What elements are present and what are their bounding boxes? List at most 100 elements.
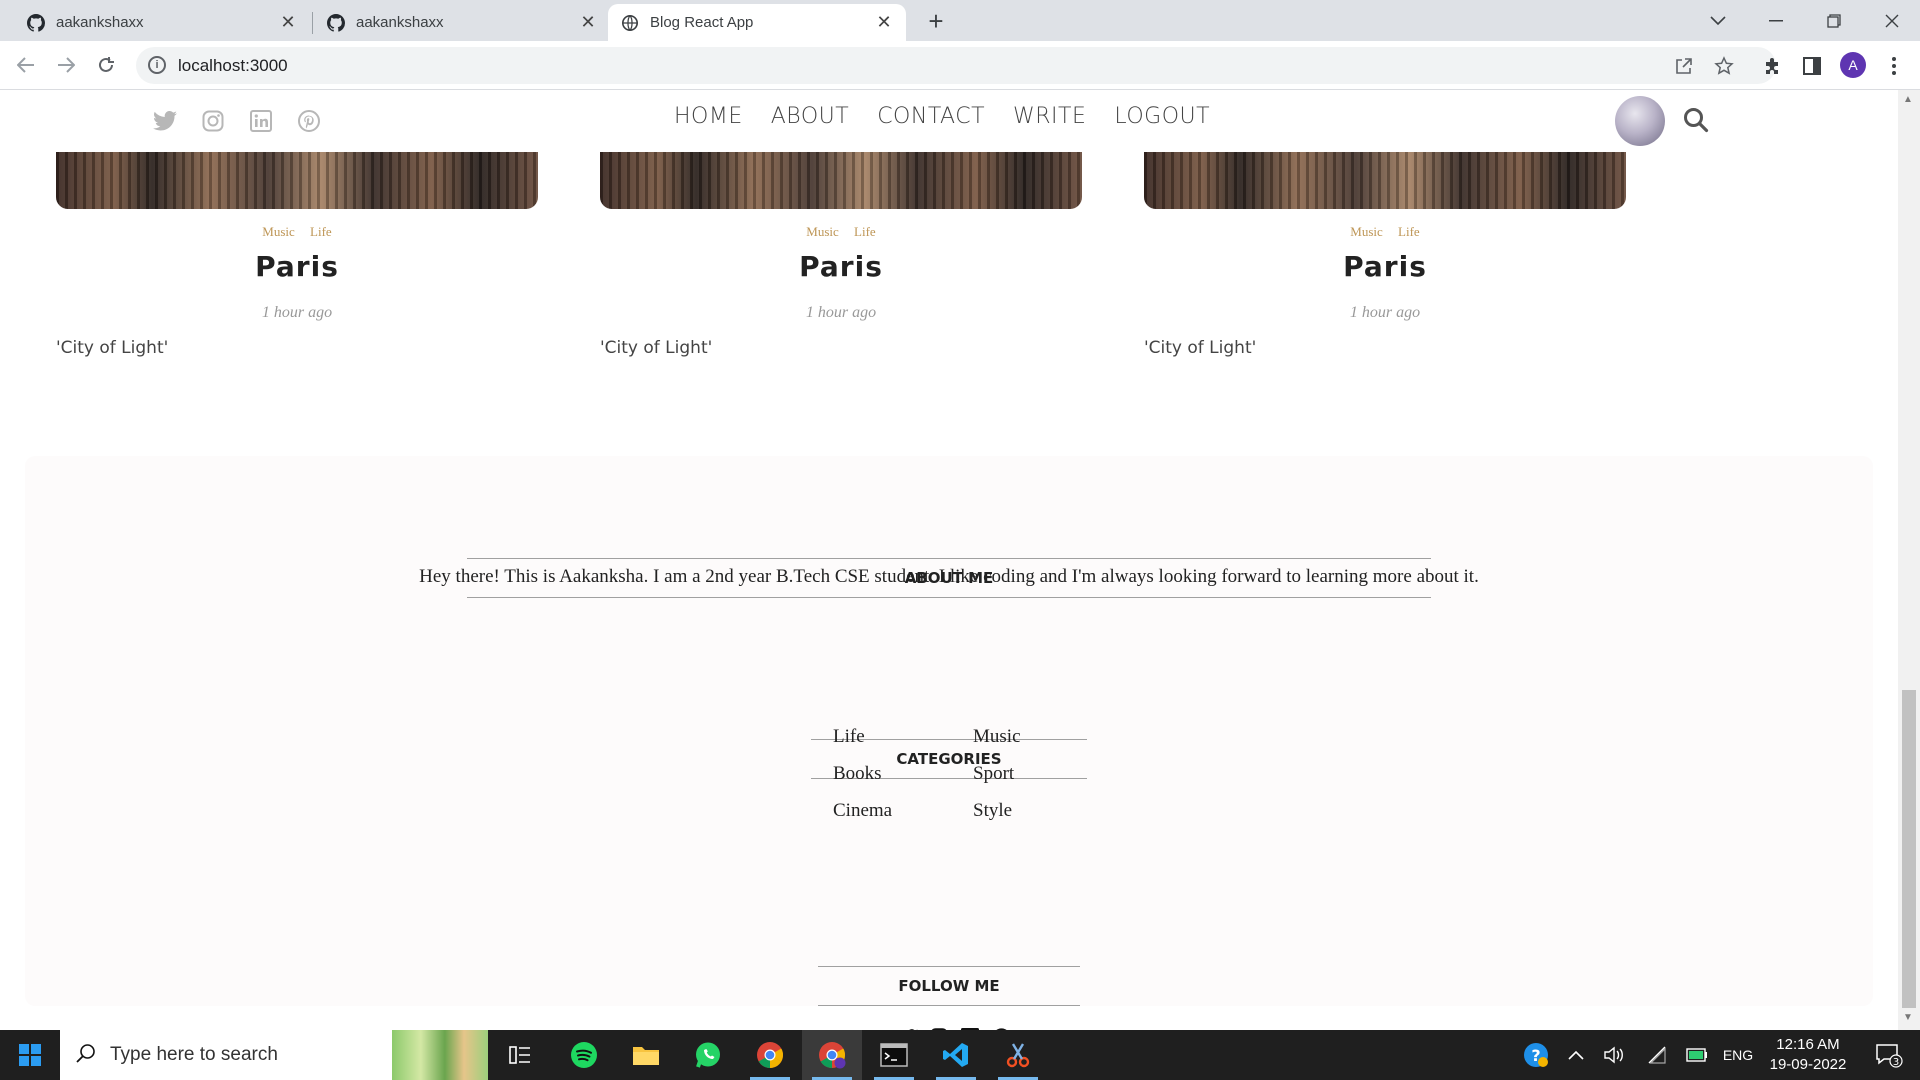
- category-list: Life Music Books Sport Cinema Style: [833, 726, 1053, 822]
- file-explorer-icon[interactable]: [616, 1030, 676, 1080]
- browser-tab-2[interactable]: aakankshaxx ✕: [314, 4, 610, 41]
- post-category[interactable]: Music: [262, 224, 295, 239]
- taskbar-search-placeholder: Type here to search: [110, 1044, 278, 1065]
- browser-tab-3-active[interactable]: Blog React App ✕: [608, 4, 906, 41]
- post-category[interactable]: Music: [806, 224, 839, 239]
- tab-search-chevron-icon[interactable]: [1690, 0, 1746, 41]
- twitter-icon[interactable]: [152, 108, 178, 134]
- chrome-icon[interactable]: [740, 1030, 800, 1080]
- windows-start-icon[interactable]: [0, 1030, 60, 1080]
- chrome-profile-icon[interactable]: [802, 1030, 862, 1080]
- profile-avatar[interactable]: A: [1840, 52, 1866, 78]
- chevron-up-icon[interactable]: [1560, 1030, 1592, 1080]
- category-item-style[interactable]: Style: [973, 800, 1053, 822]
- category-item-life[interactable]: Life: [833, 726, 973, 748]
- browser-toolbar: i localhost:3000 A: [0, 41, 1920, 90]
- linkedin-icon[interactable]: [248, 108, 274, 134]
- share-icon[interactable]: [1672, 54, 1696, 78]
- pinterest-icon[interactable]: [296, 108, 322, 134]
- post-categories: Music Life: [1144, 224, 1626, 240]
- instagram-icon[interactable]: [200, 108, 226, 134]
- close-window-icon[interactable]: [1864, 0, 1920, 41]
- kebab-menu-icon[interactable]: [1882, 54, 1906, 78]
- post-image[interactable]: [1144, 152, 1626, 209]
- tab-title: aakankshaxx: [356, 14, 444, 31]
- whatsapp-icon[interactable]: [678, 1030, 738, 1080]
- task-view-icon[interactable]: [490, 1030, 550, 1080]
- post-description: 'City of Light': [56, 338, 169, 358]
- follow-me-title: FOLLOW ME: [818, 966, 1080, 1006]
- globe-icon: [620, 13, 640, 33]
- browser-tab-1[interactable]: aakankshaxx ✕: [14, 4, 310, 41]
- scroll-down-arrow-icon[interactable]: ▼: [1903, 1012, 1913, 1023]
- about-me-text: Hey there! This is Aakanksha. I am a 2nd…: [419, 566, 1479, 587]
- notification-count: 3: [1893, 1057, 1899, 1068]
- taskbar-search-box[interactable]: Type here to search: [60, 1030, 488, 1080]
- post-description: 'City of Light': [600, 338, 713, 358]
- help-icon[interactable]: ?: [1516, 1030, 1556, 1080]
- scrollbar-thumb[interactable]: [1902, 690, 1916, 1008]
- volume-icon[interactable]: [1598, 1030, 1632, 1080]
- github-icon: [326, 13, 346, 33]
- url-text: localhost:3000: [178, 56, 288, 75]
- side-panel-icon[interactable]: [1800, 54, 1824, 78]
- search-highlight-image: [392, 1030, 488, 1080]
- post-image[interactable]: [56, 152, 538, 209]
- post-description: 'City of Light': [1144, 338, 1257, 358]
- battery-icon[interactable]: [1680, 1030, 1714, 1080]
- close-icon[interactable]: ✕: [278, 12, 298, 33]
- minimize-icon[interactable]: [1748, 0, 1804, 41]
- new-tab-button[interactable]: +: [922, 8, 950, 36]
- snipping-tool-icon[interactable]: [988, 1030, 1048, 1080]
- clock-date: 19-09-2022: [1769, 1056, 1847, 1073]
- search-icon[interactable]: [1683, 107, 1711, 135]
- spotify-icon[interactable]: [554, 1030, 614, 1080]
- back-arrow-icon[interactable]: [12, 51, 40, 79]
- post-category[interactable]: Music: [1350, 224, 1383, 239]
- bookmark-star-icon[interactable]: [1712, 54, 1736, 78]
- post-category[interactable]: Life: [854, 224, 876, 239]
- scroll-up-arrow-icon[interactable]: ▲: [1903, 94, 1913, 105]
- notification-center-icon[interactable]: 3: [1864, 1030, 1914, 1080]
- taskbar-clock[interactable]: 12:16 AM 19-09-2022: [1760, 1035, 1856, 1075]
- tab-separator: [312, 12, 313, 34]
- page-scrollbar[interactable]: ▲ ▼: [1898, 90, 1920, 1030]
- post-title[interactable]: Paris: [1144, 250, 1626, 283]
- post-date: 1 hour ago: [805, 304, 877, 321]
- nav-contact[interactable]: CONTACT: [877, 104, 985, 129]
- category-item-sport[interactable]: Sport: [973, 763, 1053, 785]
- post-title[interactable]: Paris: [56, 250, 538, 283]
- post-date: 1 hour ago: [261, 304, 333, 321]
- close-icon[interactable]: ✕: [578, 12, 598, 33]
- user-avatar[interactable]: [1615, 96, 1665, 146]
- browser-tab-strip: aakankshaxx ✕ aakankshaxx ✕ Blog React A…: [0, 0, 1920, 41]
- post-category[interactable]: Life: [310, 224, 332, 239]
- language-indicator[interactable]: ENG: [1718, 1030, 1758, 1080]
- nav-about[interactable]: ABOUT: [771, 104, 849, 129]
- post-image[interactable]: [600, 152, 1082, 209]
- main-menu: HOME ABOUT CONTACT WRITE LOGOUT: [674, 104, 1210, 129]
- nav-home[interactable]: HOME: [674, 104, 743, 129]
- close-icon[interactable]: ✕: [874, 12, 894, 33]
- windows-taskbar: Type here to search ? ENG 12:16 AM 19-09…: [0, 1030, 1920, 1080]
- search-icon: [76, 1043, 96, 1068]
- restore-icon[interactable]: [1806, 0, 1862, 41]
- forward-arrow-icon[interactable]: [52, 51, 80, 79]
- category-item-cinema[interactable]: Cinema: [833, 800, 973, 822]
- post-categories: Music Life: [600, 224, 1082, 240]
- address-bar[interactable]: i localhost:3000: [136, 47, 1776, 84]
- extensions-puzzle-icon[interactable]: [1760, 54, 1784, 78]
- vscode-icon[interactable]: [926, 1030, 986, 1080]
- post-category[interactable]: Life: [1398, 224, 1420, 239]
- nav-write[interactable]: WRITE: [1013, 104, 1086, 129]
- wifi-icon[interactable]: [1640, 1030, 1674, 1080]
- terminal-icon[interactable]: [864, 1030, 924, 1080]
- reload-icon[interactable]: [92, 51, 120, 79]
- site-info-icon[interactable]: i: [148, 56, 166, 74]
- nav-logout[interactable]: LOGOUT: [1114, 104, 1210, 129]
- category-item-music[interactable]: Music: [973, 726, 1053, 748]
- post-title[interactable]: Paris: [600, 250, 1082, 283]
- blog-top-bar: HOME ABOUT CONTACT WRITE LOGOUT: [0, 90, 1898, 152]
- category-item-books[interactable]: Books: [833, 763, 973, 785]
- screen: aakankshaxx ✕ aakankshaxx ✕ Blog React A…: [0, 0, 1920, 1080]
